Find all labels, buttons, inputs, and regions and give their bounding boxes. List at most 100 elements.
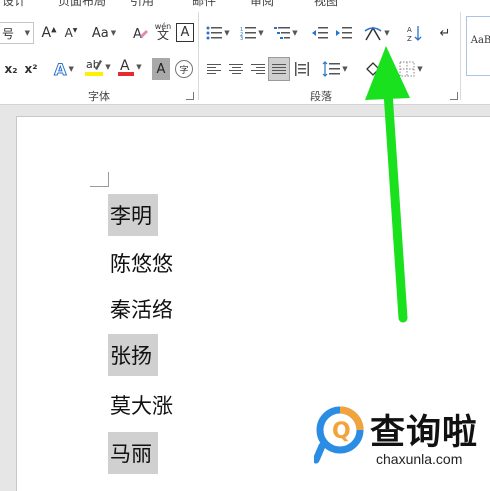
chevron-down-icon: ▼ [417, 65, 423, 73]
chevron-down-icon: ▼ [258, 29, 264, 37]
show-marks-button[interactable]: ↵ [436, 22, 454, 44]
chevron-down-icon: ▼ [105, 63, 111, 71]
enclose-characters-button[interactable]: 字 [174, 58, 194, 80]
align-center-button[interactable] [226, 58, 246, 80]
chevron-down-icon: ▼ [24, 29, 30, 37]
svg-text:A: A [407, 26, 412, 34]
document-line[interactable]: 陈悠悠 [108, 242, 179, 284]
chevron-down-icon: ▼ [384, 65, 390, 73]
style-normal-preview[interactable]: AaB [466, 16, 490, 76]
document-line[interactable]: 秦活络 [108, 288, 179, 330]
svg-text:Z: Z [407, 35, 412, 42]
justify-button[interactable] [268, 57, 290, 81]
chevron-down-icon: ▼ [224, 29, 230, 37]
style-preview-label: AaB [470, 35, 490, 46]
sort-icon: AZ [407, 26, 422, 42]
subscript-label: x₂ [4, 62, 18, 76]
document-line[interactable]: 张扬 [108, 334, 158, 376]
tab-design[interactable]: 设计 [2, 0, 26, 8]
tab-page-layout[interactable]: 页面布局 [58, 0, 106, 8]
shading-button[interactable]: ▼ [362, 58, 392, 80]
decrease-indent-icon [312, 27, 328, 39]
chevron-down-icon: ▼ [110, 29, 117, 37]
font-group-label: 字体 [88, 90, 110, 103]
chinese-layout-icon [364, 26, 382, 41]
document-line[interactable]: 莫大涨 [108, 384, 179, 426]
multilevel-list-button[interactable]: ▼ [272, 22, 300, 44]
numbering-icon: 1 2 3 [240, 27, 257, 40]
margin-corner-mark [108, 172, 109, 187]
svg-text:3: 3 [240, 36, 243, 40]
change-case-button[interactable]: Aa ▼ [88, 22, 120, 44]
chevron-down-icon: ▼ [342, 65, 348, 73]
font-size-combo[interactable]: 号 ▼ [0, 22, 34, 44]
multilevel-list-icon [274, 27, 291, 39]
superscript-label: x² [24, 62, 38, 76]
margin-corner-mark [90, 186, 108, 187]
justify-icon [272, 63, 286, 75]
align-left-button[interactable] [204, 58, 224, 80]
phonetic-guide-button[interactable]: wén 文 [152, 20, 174, 42]
group-separator [198, 12, 199, 100]
font-color-button[interactable]: A ▼ [116, 56, 144, 78]
shrink-font-button[interactable]: A▼ [62, 22, 80, 44]
enclose-char-icon: 字 [175, 60, 193, 78]
svg-text:A: A [120, 58, 130, 74]
numbering-button[interactable]: 1 2 3 ▼ [238, 22, 266, 44]
paint-bucket-icon [366, 62, 382, 76]
text-effects-button[interactable]: A ▼ [50, 58, 78, 80]
document-line[interactable]: 李明 [108, 194, 158, 236]
font-dialog-launcher[interactable] [186, 92, 194, 100]
subscript-button[interactable]: x₂ [2, 58, 20, 80]
svg-text:Q: Q [332, 419, 351, 444]
svg-text:A: A [133, 27, 142, 41]
watermark-magnifier-logo: Q [314, 406, 364, 464]
chevron-down-icon: ▼ [292, 29, 298, 37]
increase-indent-icon [336, 27, 352, 39]
tab-references[interactable]: 引用 [130, 0, 154, 8]
sort-button[interactable]: AZ [404, 22, 426, 44]
clear-formatting-button[interactable]: A [130, 22, 150, 44]
align-center-icon [229, 63, 243, 75]
watermark-title: 查询啦 [370, 413, 479, 453]
increase-indent-button[interactable] [334, 22, 354, 44]
shrink-font-icon: A▼ [64, 26, 78, 40]
ribbon-tab-strip: 设计 页面布局 引用 邮件 审阅 视图 [0, 0, 490, 8]
tab-mailings[interactable]: 邮件 [192, 0, 216, 8]
align-right-button[interactable] [248, 58, 268, 80]
text-effects-icon: A [54, 59, 67, 79]
paragraph-group-label: 段落 [310, 90, 332, 103]
align-left-icon [207, 63, 221, 75]
character-shading-button[interactable]: A [152, 58, 170, 80]
clear-formatting-icon: A [133, 27, 148, 41]
line-spacing-button[interactable]: ▼ [320, 58, 350, 80]
tab-review[interactable]: 审阅 [250, 0, 274, 8]
grow-font-icon: A▲ [41, 25, 57, 41]
line-spacing-icon [322, 61, 341, 77]
highlight-color-button[interactable]: ab ▼ [84, 56, 112, 78]
superscript-button[interactable]: x² [22, 58, 40, 80]
group-separator [460, 12, 461, 100]
chinese-layout-button[interactable]: ▼ [362, 22, 392, 44]
align-right-icon [251, 63, 265, 75]
decrease-indent-button[interactable] [310, 22, 330, 44]
bullets-button[interactable]: ▼ [204, 22, 232, 44]
borders-button[interactable]: ▼ [396, 58, 426, 80]
borders-icon [399, 61, 415, 77]
highlighter-icon: ab [85, 58, 104, 76]
grow-font-button[interactable]: A▲ [40, 22, 58, 44]
phonetic-char-icon: 文 [156, 28, 169, 42]
paragraph-dialog-launcher[interactable] [450, 92, 458, 100]
change-case-label: Aa [91, 25, 109, 41]
tab-view[interactable]: 视图 [314, 0, 338, 8]
chevron-down-icon: ▼ [384, 29, 390, 37]
character-border-button[interactable]: A [176, 23, 194, 42]
font-color-icon: A [118, 58, 135, 76]
chevron-down-icon: ▼ [68, 65, 74, 73]
distributed-icon [295, 62, 309, 76]
distributed-button[interactable] [292, 58, 312, 80]
document-line[interactable]: 马丽 [108, 432, 158, 474]
font-size-value: 号 [2, 26, 15, 41]
bullets-icon [206, 26, 223, 40]
ribbon: 号 ▼ A▲ A▼ Aa ▼ A wén 文 A x₂ x² A ▼ ab ▼ [0, 8, 490, 105]
